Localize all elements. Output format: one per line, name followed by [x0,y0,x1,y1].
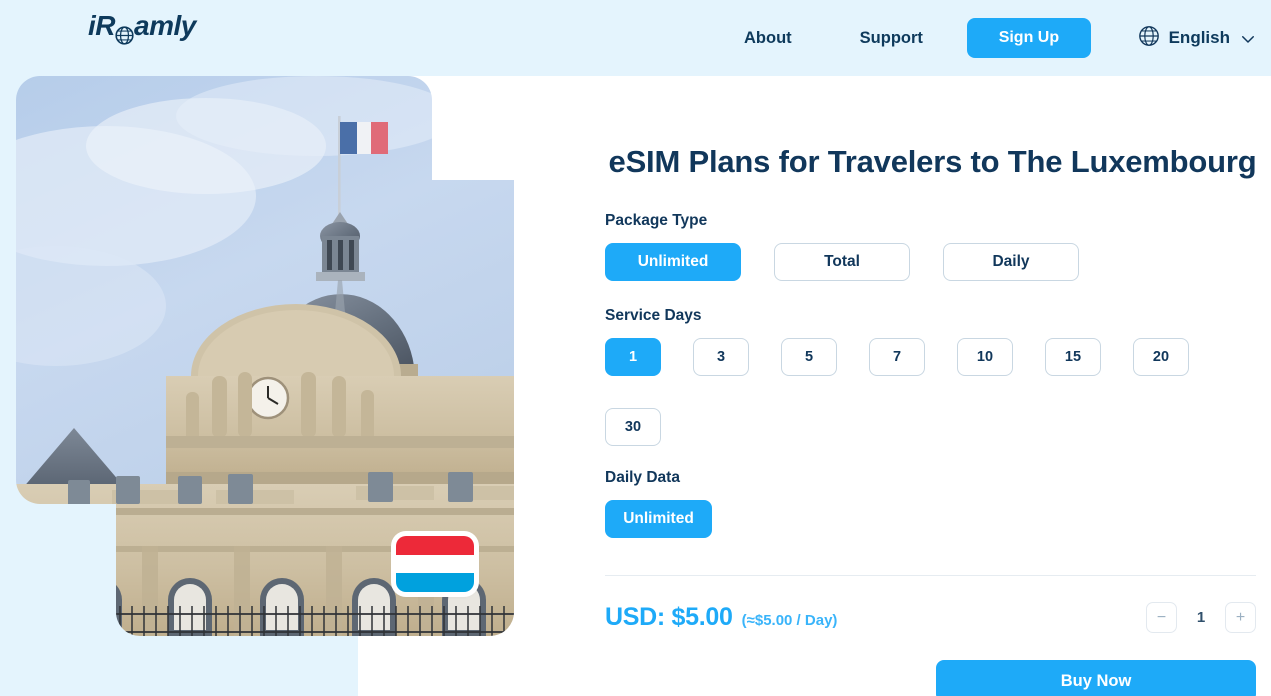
price-row: USD: $5.00 (≈$5.00 / Day) − 1 + [605,602,1256,633]
service-days-option-5[interactable]: 5 [781,338,837,376]
page-title: eSIM Plans for Travelers to The Luxembou… [608,144,1257,179]
plan-configurator-panel: eSIM Plans for Travelers to The Luxembou… [558,76,1271,696]
package-type-option-unlimited[interactable]: Unlimited [605,243,741,281]
service-days-option-10[interactable]: 10 [957,338,1013,376]
top-navigation-bar: iR amly About Support Sign Up English [0,0,1271,76]
chevron-down-icon [1239,30,1255,46]
service-days-option-3[interactable]: 3 [693,338,749,376]
daily-data-option-unlimited[interactable]: Unlimited [605,500,712,538]
nav-link-about[interactable]: About [744,21,792,56]
service-days-option-30[interactable]: 30 [605,408,661,446]
service-days-option-1[interactable]: 1 [605,338,661,376]
buy-row: Buy Now [605,660,1256,696]
flag-stripe-red [396,536,474,555]
package-type-options: Unlimited Total Daily [605,243,1271,281]
daily-data-label: Daily Data [605,469,680,486]
section-divider [605,575,1256,576]
flag-stripe-blue [396,573,474,592]
globe-icon [115,20,134,45]
flag-stripe-white [396,554,474,574]
quantity-increment-button[interactable]: + [1225,602,1256,633]
daily-data-options: Unlimited [605,500,1271,538]
quantity-decrement-button[interactable]: − [1146,602,1177,633]
brand-name-prefix: iR [88,10,116,41]
quantity-value: 1 [1196,609,1206,626]
price-per-day: (≈$5.00 / Day) [741,612,838,629]
nav-links: About Support Sign Up [744,0,1091,76]
brand-logo[interactable]: iR amly [88,10,196,45]
price-display: USD: $5.00 (≈$5.00 / Day) [605,603,837,632]
price-total: USD: $5.00 [605,603,733,631]
service-days-option-20[interactable]: 20 [1133,338,1189,376]
service-days-option-15[interactable]: 15 [1045,338,1101,376]
service-days-label: Service Days [605,307,702,324]
package-type-option-daily[interactable]: Daily [943,243,1079,281]
language-selector[interactable]: English [1138,0,1255,76]
package-type-label: Package Type [605,212,708,229]
package-type-option-total[interactable]: Total [774,243,910,281]
quantity-stepper: − 1 + [1146,602,1256,633]
globe-icon [1138,25,1160,52]
nav-link-support[interactable]: Support [860,21,923,56]
service-days-options: 1 3 5 7 10 15 20 30 [605,338,1271,446]
page-root: iR amly About Support Sign Up English eS… [0,0,1271,696]
sign-up-button[interactable]: Sign Up [966,18,1091,58]
language-label: English [1168,28,1230,47]
country-flag-badge [396,536,474,592]
brand-name-suffix: amly [134,10,196,41]
buy-now-button[interactable]: Buy Now [936,660,1256,696]
service-days-option-7[interactable]: 7 [869,338,925,376]
